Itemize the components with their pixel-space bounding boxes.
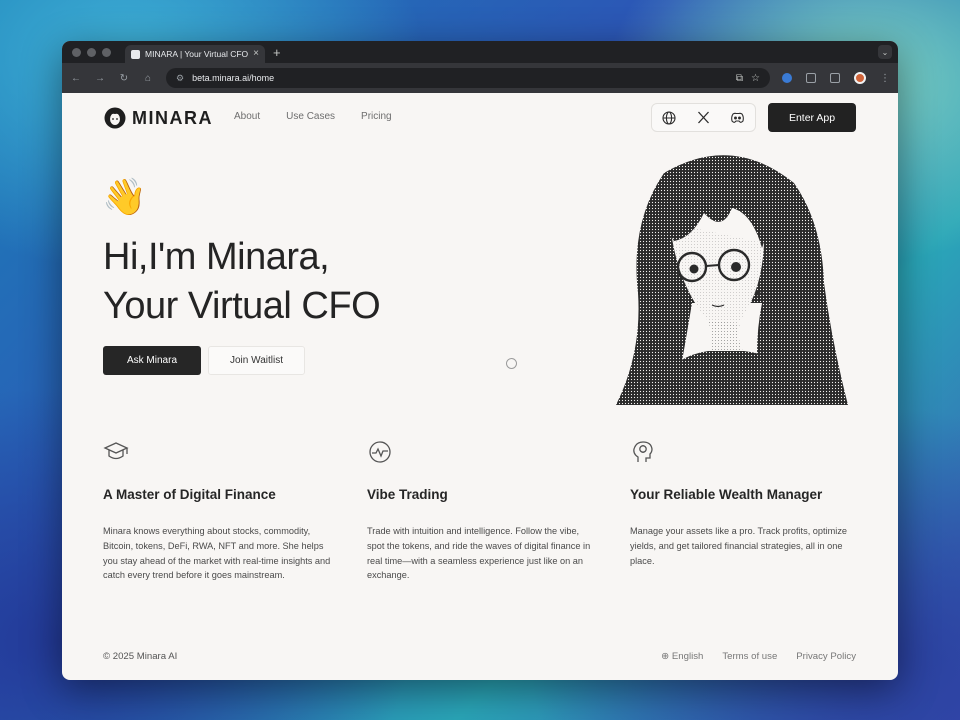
profile-avatar[interactable] <box>854 72 866 84</box>
social-links <box>651 103 756 132</box>
feature-description: Minara knows everything about stocks, co… <box>103 526 331 581</box>
favicon-icon <box>131 49 140 59</box>
extensions-area: ⋮ <box>782 72 890 84</box>
join-waitlist-button[interactable]: Join Waitlist <box>208 346 305 375</box>
footer-links: ⊕ English Terms of use Privacy Policy <box>661 651 856 662</box>
tab-close-icon[interactable]: × <box>253 49 259 59</box>
site-logo[interactable]: MINARA <box>104 107 213 129</box>
bookmark-star-icon[interactable]: ☆ <box>751 73 760 84</box>
site-info-icon[interactable]: ⚙ <box>176 73 184 84</box>
globe-icon: ⊕ <box>661 651 670 662</box>
feature-title: Vibe Trading <box>367 487 448 502</box>
forward-button[interactable]: → <box>94 73 106 84</box>
hero-title: Hi,I'm Minara, Your Virtual CFO <box>103 233 381 331</box>
privacy-policy-link[interactable]: Privacy Policy <box>796 651 856 662</box>
extension-icon[interactable] <box>782 73 792 83</box>
new-tab-button[interactable]: + <box>273 46 281 59</box>
pulse-icon <box>369 441 391 463</box>
more-menu-icon[interactable]: ⋮ <box>880 73 890 84</box>
browser-toolbar: ← → ↻ ⌂ ⚙ beta.minara.ai/home ⧉ ☆ ⋮ <box>62 63 898 93</box>
logo-text: MINARA <box>132 107 213 128</box>
site-header: MINARA About Use Cases Pricing Enter App <box>62 93 898 145</box>
maximize-window-button[interactable] <box>102 47 111 57</box>
minara-portrait-illustration <box>616 155 848 405</box>
x-logo-icon[interactable] <box>692 107 714 129</box>
address-bar[interactable]: ⚙ beta.minara.ai/home ⧉ ☆ <box>166 68 770 88</box>
terms-of-use-link[interactable]: Terms of use <box>722 651 777 662</box>
graduation-cap-icon <box>103 442 129 460</box>
feature-title: Your Reliable Wealth Manager <box>630 487 823 502</box>
logo-icon <box>104 107 126 129</box>
browser-tab[interactable]: MINARA | Your Virtual CFO for × <box>125 45 265 63</box>
tab-title: MINARA | Your Virtual CFO for <box>145 49 249 59</box>
reload-button[interactable]: ↻ <box>118 73 130 84</box>
install-app-icon[interactable]: ⧉ <box>736 73 743 84</box>
language-label: English <box>671 651 704 662</box>
language-selector[interactable]: ⊕ English <box>661 651 703 662</box>
window-controls <box>72 47 111 57</box>
copyright-text: © 2025 Minara AI <box>103 651 178 662</box>
back-button[interactable]: ← <box>70 73 82 84</box>
waving-hand-emoji: 👋 <box>102 176 147 217</box>
side-panel-icon[interactable] <box>830 73 840 83</box>
nav-about[interactable]: About <box>234 111 260 122</box>
feature-description: Manage your assets like a pro. Track pro… <box>630 526 848 566</box>
tab-search-button[interactable]: ⌄ <box>878 45 892 59</box>
nav-use-cases[interactable]: Use Cases <box>286 111 335 122</box>
feature-description: Trade with intuition and intelligence. F… <box>367 526 591 581</box>
minimize-window-button[interactable] <box>87 47 96 57</box>
enter-app-button[interactable]: Enter App <box>768 103 856 132</box>
feature-card-wealth-manager: Your Reliable Wealth Manager Manage your… <box>630 439 862 568</box>
feature-card-vibe-trading: Vibe Trading Trade with intuition and in… <box>367 439 599 583</box>
hero-title-line2: Your Virtual CFO <box>103 285 381 327</box>
page-content: MINARA About Use Cases Pricing Enter App… <box>62 93 898 680</box>
discord-icon[interactable] <box>727 107 749 129</box>
mouse-cursor <box>506 358 517 369</box>
feature-title: A Master of Digital Finance <box>103 487 276 502</box>
extensions-puzzle-icon[interactable] <box>806 73 816 83</box>
main-nav: About Use Cases Pricing <box>234 111 392 122</box>
url-text: beta.minara.ai/home <box>192 73 275 83</box>
feature-card-digital-finance: A Master of Digital Finance Minara knows… <box>103 439 335 583</box>
hero-title-line1: Hi,I'm Minara, <box>103 236 330 278</box>
head-brain-icon <box>633 441 653 462</box>
nav-pricing[interactable]: Pricing <box>361 111 392 122</box>
home-button[interactable]: ⌂ <box>142 73 154 84</box>
globe-icon[interactable] <box>658 107 680 129</box>
browser-window: MINARA | Your Virtual CFO for × + ⌄ ← → … <box>62 41 898 680</box>
close-window-button[interactable] <box>72 47 81 57</box>
ask-minara-button[interactable]: Ask Minara <box>103 346 201 375</box>
tab-bar: MINARA | Your Virtual CFO for × + ⌄ <box>62 41 898 63</box>
